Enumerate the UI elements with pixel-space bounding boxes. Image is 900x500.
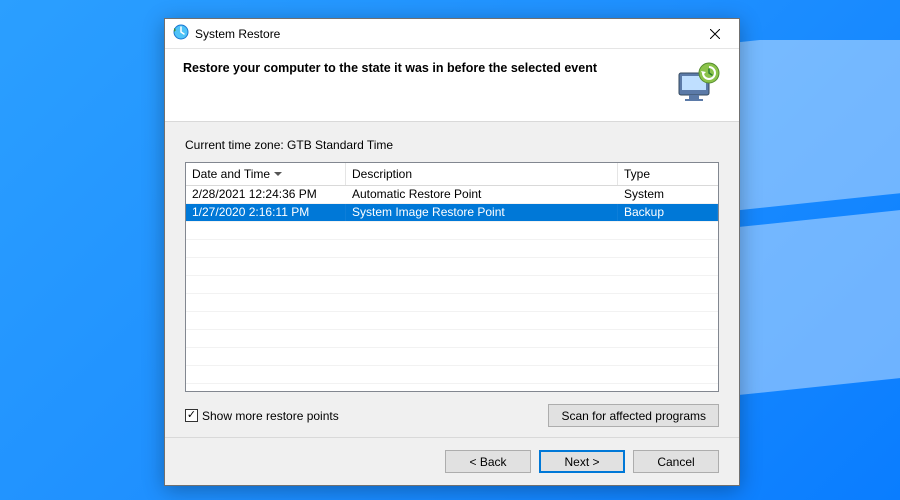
table-body: 2/28/2021 12:24:36 PM Automatic Restore … [186, 186, 718, 391]
scan-affected-button[interactable]: Scan for affected programs [548, 404, 719, 427]
wizard-header: Restore your computer to the state it wa… [165, 49, 739, 122]
cell-type: System [618, 186, 718, 203]
wizard-body: Current time zone: GTB Standard Time Dat… [165, 122, 739, 437]
column-header-date[interactable]: Date and Time [186, 163, 346, 185]
restore-points-table: Date and Time Description Type 2/28/2021… [185, 162, 719, 392]
restore-header-icon [673, 59, 721, 107]
show-more-checkbox[interactable]: ✓ Show more restore points [185, 409, 339, 423]
table-row[interactable]: 2/28/2021 12:24:36 PM Automatic Restore … [186, 186, 718, 204]
checkmark-icon: ✓ [185, 409, 198, 422]
back-button[interactable]: < Back [445, 450, 531, 473]
page-title: Restore your computer to the state it wa… [183, 59, 661, 75]
next-button[interactable]: Next > [539, 450, 625, 473]
window-title: System Restore [195, 27, 280, 41]
below-table-row: ✓ Show more restore points Scan for affe… [185, 404, 719, 427]
column-header-type[interactable]: Type [618, 163, 718, 185]
cell-description: Automatic Restore Point [346, 186, 618, 203]
system-restore-dialog: System Restore Restore your computer to … [164, 18, 740, 486]
column-header-type-label: Type [624, 167, 650, 181]
show-more-label: Show more restore points [202, 409, 339, 423]
wizard-footer: < Back Next > Cancel [165, 437, 739, 485]
cell-type: Backup [618, 204, 718, 221]
cell-date: 2/28/2021 12:24:36 PM [186, 186, 346, 203]
close-button[interactable] [692, 20, 737, 48]
table-header: Date and Time Description Type [186, 163, 718, 186]
sort-descending-icon [274, 172, 282, 176]
table-row[interactable]: 1/27/2020 2:16:11 PM System Image Restor… [186, 204, 718, 222]
cell-date: 1/27/2020 2:16:11 PM [186, 204, 346, 221]
cell-description: System Image Restore Point [346, 204, 618, 221]
timezone-label: Current time zone: GTB Standard Time [185, 138, 719, 152]
close-icon [710, 29, 720, 39]
system-restore-icon [173, 24, 189, 43]
column-header-date-label: Date and Time [192, 167, 270, 181]
cancel-button[interactable]: Cancel [633, 450, 719, 473]
column-header-description[interactable]: Description [346, 163, 618, 185]
column-header-description-label: Description [352, 167, 412, 181]
titlebar: System Restore [165, 19, 739, 49]
empty-rows [186, 222, 718, 384]
